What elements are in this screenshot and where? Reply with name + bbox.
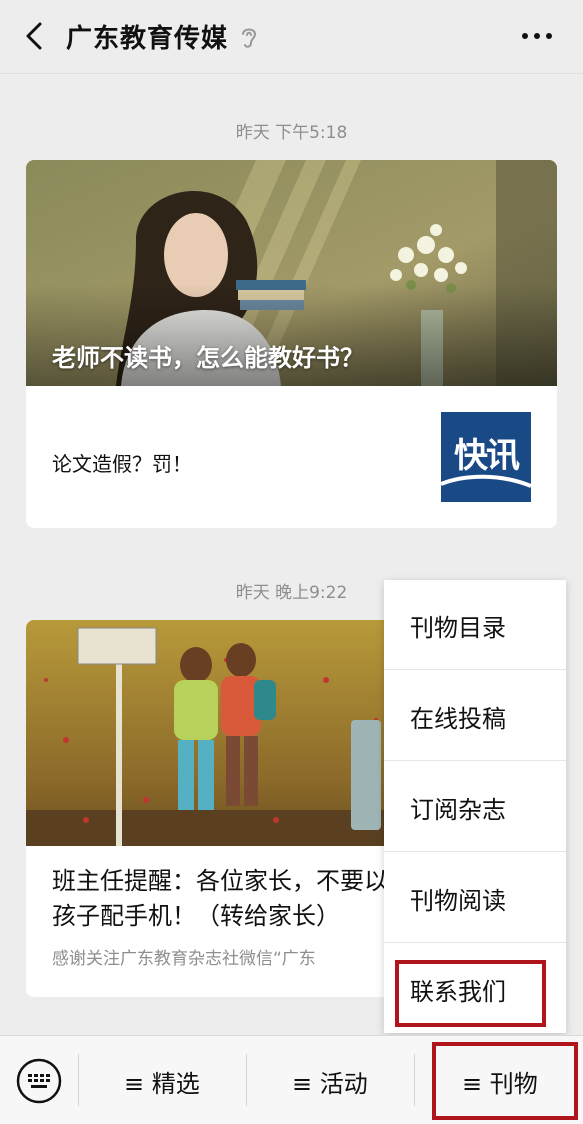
thumbnail-wave [441, 474, 531, 488]
article-subtitle[interactable]: 论文造假？罚！ [52, 448, 192, 477]
divider [78, 1054, 79, 1106]
back-arrow-icon[interactable] [18, 18, 54, 54]
menu-item-label: 订阅杂志 [410, 796, 506, 824]
menu-item-label: 刊物目录 [410, 614, 506, 642]
article-hero-title: 老师不读书，怎么能教好书？ [52, 344, 364, 372]
chat-header: 广东教育传媒 [0, 0, 583, 74]
menu-item-read[interactable]: 刊物阅读 [384, 853, 566, 943]
highlight-box [432, 1042, 578, 1120]
account-title: 广东教育传媒 [66, 24, 229, 54]
more-dots-icon[interactable] [519, 24, 555, 48]
article-thumbnail[interactable]: 快讯 [441, 412, 531, 502]
message-timestamp: 昨天 下午5:18 [235, 123, 348, 143]
menu-item-submit[interactable]: 在线投稿 [384, 671, 566, 761]
tab-featured[interactable]: ≡ 精选 [124, 1064, 200, 1099]
menu-item-catalog[interactable]: 刊物目录 [384, 580, 566, 670]
ear-icon [242, 28, 257, 48]
highlight-box [395, 960, 546, 1027]
divider [246, 1054, 247, 1106]
tab-activities[interactable]: ≡ 活动 [292, 1064, 368, 1099]
menu-item-label: 在线投稿 [410, 705, 506, 733]
article-hero-image[interactable]: 老师不读书，怎么能教好书？ [26, 160, 557, 386]
menu-item-label: 刊物阅读 [410, 887, 506, 915]
article-summary: 感谢关注广东教育杂志社微信“广东 [52, 949, 316, 969]
keyboard-icon[interactable] [16, 1058, 62, 1104]
article-card[interactable]: 老师不读书，怎么能教好书？ 论文造假？罚！ 快讯 [26, 160, 557, 528]
menu-item-subscribe[interactable]: 订阅杂志 [384, 762, 566, 852]
divider [414, 1054, 415, 1106]
